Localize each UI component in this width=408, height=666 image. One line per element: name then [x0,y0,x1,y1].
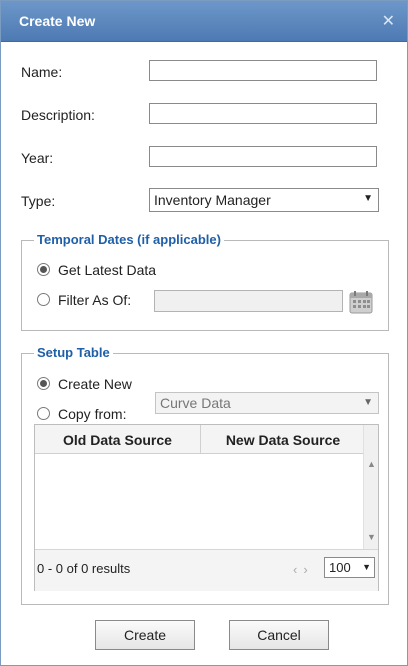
copy-from-radio[interactable] [37,407,50,420]
type-label: Type: [21,193,56,209]
type-select[interactable]: Inventory Manager ▼ [149,188,379,212]
copy-from-value: Curve Data [160,395,231,411]
data-source-grid: Old Data Source New Data Source ▲ ▼ 0 - … [34,424,379,591]
dialog-titlebar[interactable]: Create New ✕ [1,1,407,42]
create-new-dialog: Create New ✕ Name: Description: Year: Ty… [0,0,408,666]
chevron-down-icon: ▼ [363,397,373,408]
chevron-down-icon: ▼ [363,193,373,204]
chevron-down-icon: ▼ [362,562,371,572]
get-latest-label[interactable]: Get Latest Data [58,262,156,278]
close-icon[interactable]: ✕ [382,11,395,31]
filter-as-of-radio[interactable] [37,293,50,306]
column-header-old-data-source[interactable]: Old Data Source [35,432,200,448]
column-header-new-data-source[interactable]: New Data Source [201,432,365,448]
name-input[interactable] [149,60,377,81]
temporal-dates-legend: Temporal Dates (if applicable) [34,232,224,247]
chevron-left-icon[interactable]: ‹ [293,562,303,577]
cancel-button[interactable]: Cancel [229,620,329,650]
copy-from-label[interactable]: Copy from: [58,406,126,422]
description-label: Description: [21,107,95,123]
pager-nav: ‹› [293,562,314,577]
results-count: 0 - 0 of 0 results [37,561,131,576]
year-label: Year: [21,150,54,166]
scroll-up-icon[interactable]: ▲ [367,459,376,469]
temporal-dates-group: Temporal Dates (if applicable) Get Lates… [21,232,389,331]
name-label: Name: [21,64,63,80]
chevron-right-icon[interactable]: › [303,562,313,577]
calendar-icon[interactable] [349,290,373,314]
page-size-value: 100 [329,560,351,575]
grid-header: Old Data Source New Data Source [35,425,365,454]
scroll-down-icon[interactable]: ▼ [367,532,376,542]
grid-scrollbar[interactable]: ▲ ▼ [363,425,378,549]
filter-date-input[interactable] [154,290,343,312]
grid-pager: 0 - 0 of 0 results ‹› 100 ▼ [35,549,378,591]
year-input[interactable] [149,146,377,167]
create-new-radio[interactable] [37,377,50,390]
setup-table-group: Setup Table Create New Copy from: Curve … [21,345,389,605]
setup-table-legend: Setup Table [34,345,113,360]
filter-as-of-label[interactable]: Filter As Of: [58,292,131,308]
dialog-title: Create New [19,13,96,29]
create-button[interactable]: Create [95,620,195,650]
get-latest-radio[interactable] [37,263,50,276]
copy-from-select[interactable]: Curve Data ▼ [155,392,379,414]
description-input[interactable] [149,103,377,124]
type-select-value: Inventory Manager [154,192,271,208]
page-size-select[interactable]: 100 ▼ [324,557,375,578]
create-new-label[interactable]: Create New [58,376,132,392]
